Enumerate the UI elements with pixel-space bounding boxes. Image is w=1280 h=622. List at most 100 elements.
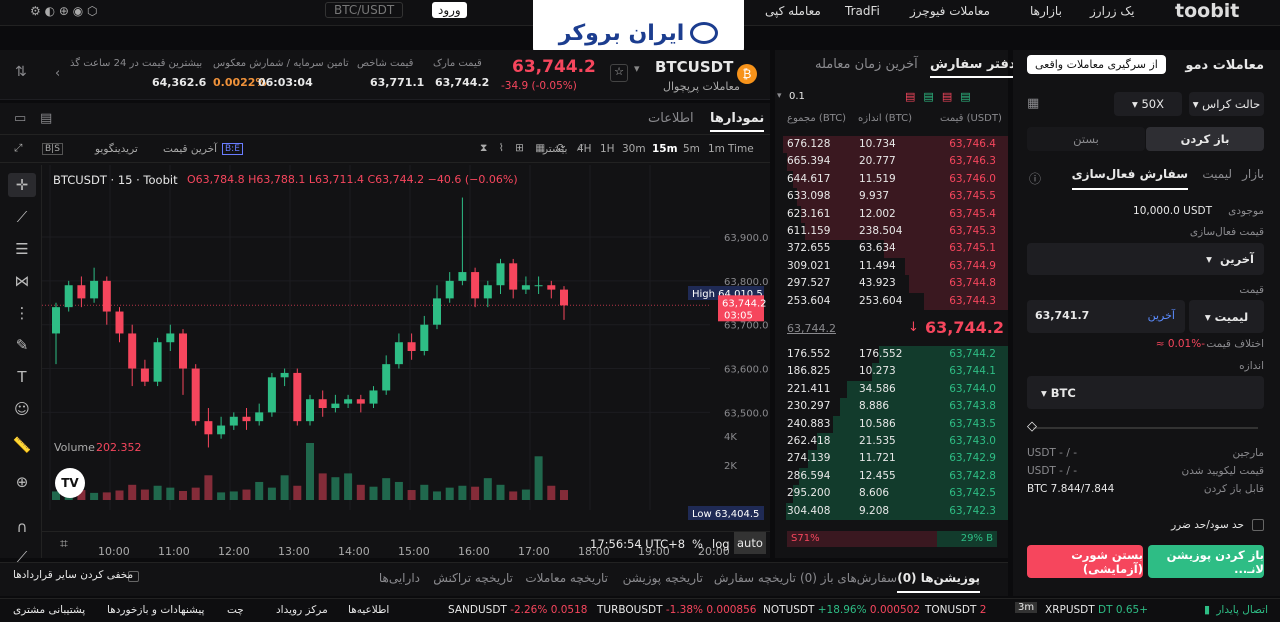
tab-recent-trades[interactable]: آخرین زمان معامله xyxy=(815,57,918,72)
ask-row[interactable]: 63,745.3 238.504 611.159 xyxy=(775,223,1008,241)
tab-order-book[interactable]: دفتر سفارش xyxy=(930,57,1016,78)
chevron-down-icon[interactable]: ▾ xyxy=(634,62,640,75)
interval-1m[interactable]: 1m xyxy=(708,143,725,155)
ticker-not[interactable]: NOTUSDT +18.96% 0.000502 xyxy=(763,604,920,616)
bid-row[interactable]: 63,743.5 10.586 240.883 xyxy=(775,415,1008,433)
nav-copy[interactable]: معامله کپی xyxy=(765,4,821,18)
bid-row[interactable]: 63,742.9 11.721 274.139 xyxy=(775,450,1008,468)
interval-1h[interactable]: 1H xyxy=(600,143,615,155)
settings-sliders-icon[interactable]: ⇅ xyxy=(15,64,27,80)
text-tool-icon[interactable]: T xyxy=(8,365,36,389)
trigger-type-select[interactable]: آخرین ▾ xyxy=(1027,243,1264,275)
layout-icon[interactable]: ▭ xyxy=(14,111,26,126)
nav-extra[interactable]: یک زرارز xyxy=(1090,4,1134,18)
interval-30m[interactable]: 30m xyxy=(622,143,646,155)
notes-icon[interactable]: ▤ xyxy=(40,111,52,126)
price-input[interactable]: 63,741.7 آخرین xyxy=(1027,300,1185,333)
close-short-button[interactable]: بستن شورت (آزمایشی) xyxy=(1027,545,1143,578)
fib-icon[interactable]: ⋮ xyxy=(8,301,36,325)
ticker-symbol[interactable]: BTCUSDT xyxy=(655,58,733,76)
ask-row[interactable]: 63,745.1 63.634 372.655 xyxy=(775,240,1008,258)
margin-mode-select[interactable]: حالت کراس ▾ xyxy=(1189,92,1264,116)
info-icon[interactable]: ⓘ xyxy=(1029,170,1041,187)
nav-futures[interactable]: معاملات فیوچرز xyxy=(910,4,990,18)
interval-5m[interactable]: 5m xyxy=(683,143,700,155)
price-value[interactable]: 63,741.7 xyxy=(1035,309,1089,322)
brush-icon[interactable]: ✎ xyxy=(8,333,36,357)
trendline-icon[interactable]: ⟋ xyxy=(8,205,36,229)
ask-row[interactable]: 63,744.3 253.604 253.604 xyxy=(775,292,1008,310)
open-long-button[interactable]: باز کردن پوزیشن لانـ... xyxy=(1148,545,1264,578)
price-source[interactable]: آخرین xyxy=(1148,309,1175,322)
magnet-icon[interactable]: ∩ xyxy=(8,515,36,539)
ask-row[interactable]: 63,744.8 43.923 297.527 xyxy=(775,275,1008,293)
search-input[interactable]: BTC/USDT xyxy=(325,2,404,18)
ask-row[interactable]: 63,744.9 11.494 309.021 xyxy=(775,257,1008,276)
leverage-select[interactable]: 50X ▾ xyxy=(1114,92,1182,116)
be-icon[interactable]: B:E xyxy=(222,143,243,155)
login-button[interactable]: ورود xyxy=(432,2,467,18)
tab-trigger-order[interactable]: سفارش فعال‌سازی xyxy=(1071,167,1188,190)
size-slider[interactable] xyxy=(1033,427,1258,429)
calendar-goto-icon[interactable]: ⌗ xyxy=(60,536,68,552)
bid-row[interactable]: 63,742.5 8.606 295.200 xyxy=(775,485,1008,503)
close-tab[interactable]: بستن xyxy=(1027,127,1145,151)
bid-row[interactable]: 63,744.0 34.586 221.411 xyxy=(775,380,1008,399)
real-trading-button[interactable]: از سرگیری معاملات واقعی xyxy=(1027,55,1166,74)
settings-icon[interactable]: ⚙ ◐ ⊕ ◉ ⬡ xyxy=(30,4,98,18)
nav-tradfi[interactable]: TradFi xyxy=(845,4,880,18)
open-tab[interactable]: باز کردن xyxy=(1146,127,1264,151)
interval-time[interactable]: Time xyxy=(728,143,754,155)
tab-order-history[interactable]: تاریخچه سفارش xyxy=(714,571,796,585)
tab-position-history[interactable]: تاریخچه پوزیشن xyxy=(623,571,703,585)
ask-row[interactable]: 63,746.3 20.777 665.394 xyxy=(775,153,1008,171)
log-toggle[interactable]: log xyxy=(712,537,730,551)
price-type-select[interactable]: لیمیت ▾ xyxy=(1189,300,1264,333)
tab-limit[interactable]: لیمیت xyxy=(1202,167,1232,181)
tab-transaction-history[interactable]: تاریخچه تراکنش xyxy=(433,571,513,585)
tab-assets[interactable]: دارایی‌ها xyxy=(379,571,420,585)
bid-row[interactable]: 63,742.8 12.455 286.594 xyxy=(775,467,1008,486)
bs-toggle-icon[interactable]: B|S xyxy=(42,143,63,155)
candlestick-chart[interactable]: 63,900.063,800.063,700.063,600.063,500.0… xyxy=(42,165,770,558)
zoom-icon[interactable]: ⊕ xyxy=(8,470,36,494)
slider-handle-icon[interactable]: ◇ xyxy=(1027,419,1037,434)
ticker-turbo[interactable]: TURBOUSDT -1.38% 0.000856 xyxy=(597,604,756,616)
brand-logo[interactable]: toobit xyxy=(1175,0,1239,22)
tpsl-checkbox[interactable] xyxy=(1252,519,1264,531)
tradingview-select[interactable]: تریدینگویو xyxy=(95,143,138,155)
link-announcements[interactable]: اطلاعیه‌ها xyxy=(348,604,389,616)
chart-type-icons[interactable]: ⧗ ⌇ ⊞ ▦ ⟳ ⟋ xyxy=(480,142,588,155)
calculator-icon[interactable]: ▦ xyxy=(1027,96,1039,111)
tab-open-orders[interactable]: سفارش‌های باز (0) xyxy=(800,571,897,585)
chevron-down-icon[interactable]: ▾ xyxy=(777,91,782,101)
tab-chart[interactable]: نمودارها xyxy=(710,111,765,132)
bid-row[interactable]: 63,744.1 10.273 186.825 xyxy=(775,363,1008,381)
interval-15m[interactable]: 15m xyxy=(652,143,678,155)
ticker-ton[interactable]: TONUSDT 2 xyxy=(925,604,986,616)
link-support[interactable]: پشتیبانی مشتری xyxy=(13,604,85,616)
bid-row[interactable]: 63,744.2 176.552 176.552 xyxy=(775,346,1008,364)
ask-row[interactable]: 63,745.5 9.937 633.098 xyxy=(775,188,1008,206)
last-price-select[interactable]: آخرین قیمت xyxy=(163,143,217,155)
ask-row[interactable]: 63,746.4 10.734 676.128 xyxy=(775,136,1008,154)
size-unit-select[interactable]: BTC ▾ xyxy=(1027,376,1264,409)
hlines-icon[interactable]: ☰ xyxy=(8,237,36,261)
bid-row[interactable]: 63,743.0 21.535 262.418 xyxy=(775,433,1008,451)
ask-row[interactable]: 63,745.4 12.002 623.161 xyxy=(775,205,1008,223)
link-events[interactable]: مرکز رویداد xyxy=(276,604,328,616)
ruler-icon[interactable]: 📏 xyxy=(8,433,36,457)
link-feedback[interactable]: پیشنهادات و بازخوردها xyxy=(107,604,204,616)
tab-market[interactable]: بازار xyxy=(1242,167,1264,181)
tab-trade-history[interactable]: تاریخچه معاملات xyxy=(525,571,608,585)
percent-toggle[interactable]: % xyxy=(692,537,703,551)
auto-toggle[interactable]: auto xyxy=(734,532,766,554)
bid-row[interactable]: 63,743.8 8.886 230.297 xyxy=(775,398,1008,416)
ticker-xrp[interactable]: XRPUSDT DT 0.65+ xyxy=(1045,604,1148,616)
fullscreen-icon[interactable]: ⤢ xyxy=(14,142,22,155)
crosshair-icon[interactable]: ✛ xyxy=(8,173,36,197)
ticker-sand[interactable]: SANDUSDT -2.26% 0.0518 xyxy=(448,604,587,616)
book-view-icons[interactable]: ▤▤▤▤ xyxy=(905,90,979,103)
ask-row[interactable]: 63,746.0 11.519 644.617 xyxy=(775,170,1008,189)
emoji-icon[interactable]: ☺ xyxy=(8,397,36,421)
